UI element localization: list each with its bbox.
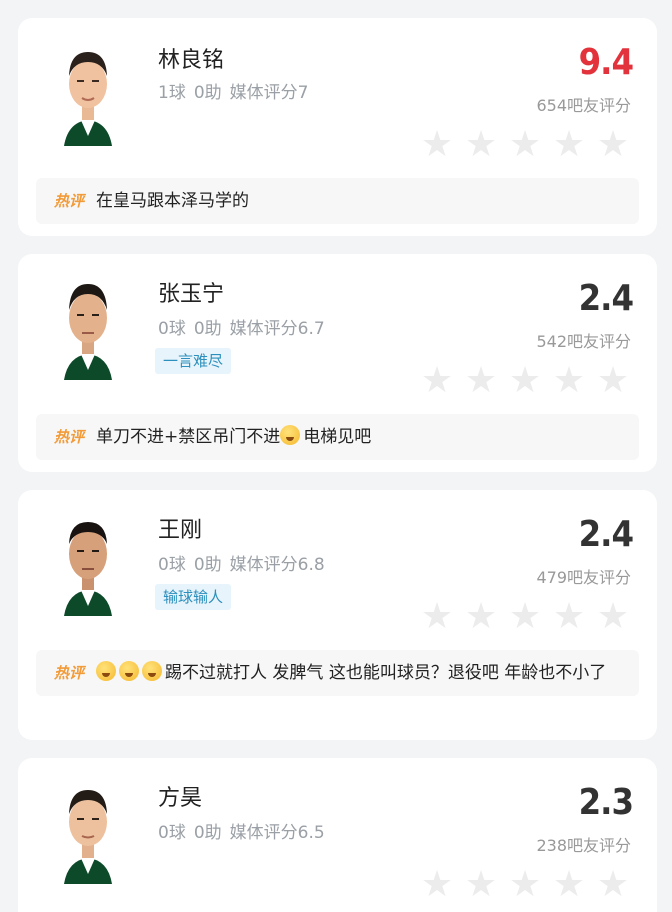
assists-count: 0助	[193, 555, 222, 575]
rating-stars[interactable]: ★ ★ ★ ★ ★	[419, 127, 631, 163]
player-card[interactable]: 方昊 0球 0助 媒体评分6.5 2.3 238吧友评分 ★ ★ ★ ★ ★	[18, 758, 657, 912]
player-name: 王刚	[158, 518, 203, 543]
player-stats: 0球 0助 媒体评分6.8	[158, 550, 325, 575]
star-icon[interactable]: ★	[463, 867, 499, 903]
hot-comment[interactable]: 热评 在皇马跟本泽马学的	[36, 178, 639, 224]
star-icon[interactable]: ★	[551, 599, 587, 635]
fan-rating-count: 479吧友评分	[536, 568, 631, 587]
player-avatar	[54, 778, 122, 884]
fan-score: 2.4	[578, 278, 634, 319]
player-tag: 输球输人	[155, 584, 232, 610]
goals-count: 0球	[158, 319, 186, 339]
hot-comment-badge: 热评	[54, 664, 85, 682]
crying-face-emoji-icon	[280, 425, 301, 445]
fan-score: 2.4	[578, 514, 634, 555]
rating-stars[interactable]: ★ ★ ★ ★ ★	[419, 363, 631, 399]
star-icon[interactable]: ★	[507, 127, 543, 163]
player-avatar	[54, 274, 122, 380]
star-icon[interactable]: ★	[419, 363, 455, 399]
hot-comment[interactable]: 热评 单刀不进+禁区吊门不进 电梯见吧	[36, 414, 639, 460]
star-icon[interactable]: ★	[551, 867, 587, 903]
rating-stars[interactable]: ★ ★ ★ ★ ★	[419, 867, 631, 903]
player-name: 张玉宁	[158, 282, 225, 307]
goals-count: 1球	[158, 83, 186, 103]
fan-score: 9.4	[578, 42, 634, 83]
star-icon[interactable]: ★	[419, 599, 455, 635]
hot-comment-badge: 热评	[54, 428, 85, 446]
hot-comment-badge: 热评	[54, 192, 85, 210]
comment-text: 在皇马跟本泽马学的	[96, 191, 250, 211]
crying-face-emoji-icon	[119, 661, 140, 681]
star-icon[interactable]: ★	[507, 363, 543, 399]
star-icon[interactable]: ★	[595, 363, 631, 399]
star-icon[interactable]: ★	[551, 363, 587, 399]
star-icon[interactable]: ★	[595, 599, 631, 635]
player-card[interactable]: 林良铭 1球 0助 媒体评分7 9.4 654吧友评分 ★ ★ ★ ★ ★ 热评 在皇马跟本泽…	[18, 18, 657, 236]
media-rating: 媒体评分7	[229, 83, 309, 103]
hot-comment[interactable]: 热评 踢不过就打人 发脾气 这也能叫球员？退役吧 年龄也不小了	[36, 650, 639, 696]
star-icon[interactable]: ★	[463, 363, 499, 399]
star-icon[interactable]: ★	[463, 599, 499, 635]
goals-count: 0球	[158, 555, 186, 575]
assists-count: 0助	[193, 823, 222, 843]
media-rating: 媒体评分6.5	[229, 823, 325, 843]
media-rating: 媒体评分6.8	[229, 555, 325, 575]
player-stats: 0球 0助 媒体评分6.7	[158, 314, 325, 339]
star-icon[interactable]: ★	[507, 599, 543, 635]
player-name: 林良铭	[158, 48, 225, 73]
player-stats: 1球 0助 媒体评分7	[158, 78, 308, 103]
comment-text-tail: 电梯见吧	[303, 427, 372, 447]
player-card[interactable]: 张玉宁 0球 0助 媒体评分6.7 一言难尽 2.4 542吧友评分 ★ ★ ★ ★ ★ 热…	[18, 254, 657, 472]
assists-count: 0助	[193, 83, 222, 103]
comment-text: 踢不过就打人 发脾气 这也能叫球员？退役吧 年龄也不小了	[165, 663, 607, 683]
crying-face-emoji-icon	[142, 661, 163, 681]
star-icon[interactable]: ★	[419, 127, 455, 163]
fan-rating-count: 238吧友评分	[536, 836, 631, 855]
star-icon[interactable]: ★	[595, 867, 631, 903]
star-icon[interactable]: ★	[551, 127, 587, 163]
media-rating: 媒体评分6.7	[229, 319, 325, 339]
fan-rating-count: 654吧友评分	[536, 96, 631, 115]
player-tag: 一言难尽	[155, 348, 232, 374]
assists-count: 0助	[193, 319, 222, 339]
goals-count: 0球	[158, 823, 186, 843]
comment-text: 单刀不进+禁区吊门不进	[96, 427, 281, 447]
star-icon[interactable]: ★	[463, 127, 499, 163]
star-icon[interactable]: ★	[507, 867, 543, 903]
crying-face-emoji-icon	[96, 661, 117, 681]
player-avatar	[54, 40, 122, 146]
player-avatar	[54, 510, 122, 616]
fan-rating-count: 542吧友评分	[536, 332, 631, 351]
player-card[interactable]: 王刚 0球 0助 媒体评分6.8 输球输人 2.4 479吧友评分 ★ ★ ★ ★ ★ 热评…	[18, 490, 657, 740]
player-stats: 0球 0助 媒体评分6.5	[158, 818, 325, 843]
star-icon[interactable]: ★	[595, 127, 631, 163]
player-name: 方昊	[158, 786, 203, 811]
rating-stars[interactable]: ★ ★ ★ ★ ★	[419, 599, 631, 635]
fan-score: 2.3	[578, 782, 634, 823]
star-icon[interactable]: ★	[419, 867, 455, 903]
